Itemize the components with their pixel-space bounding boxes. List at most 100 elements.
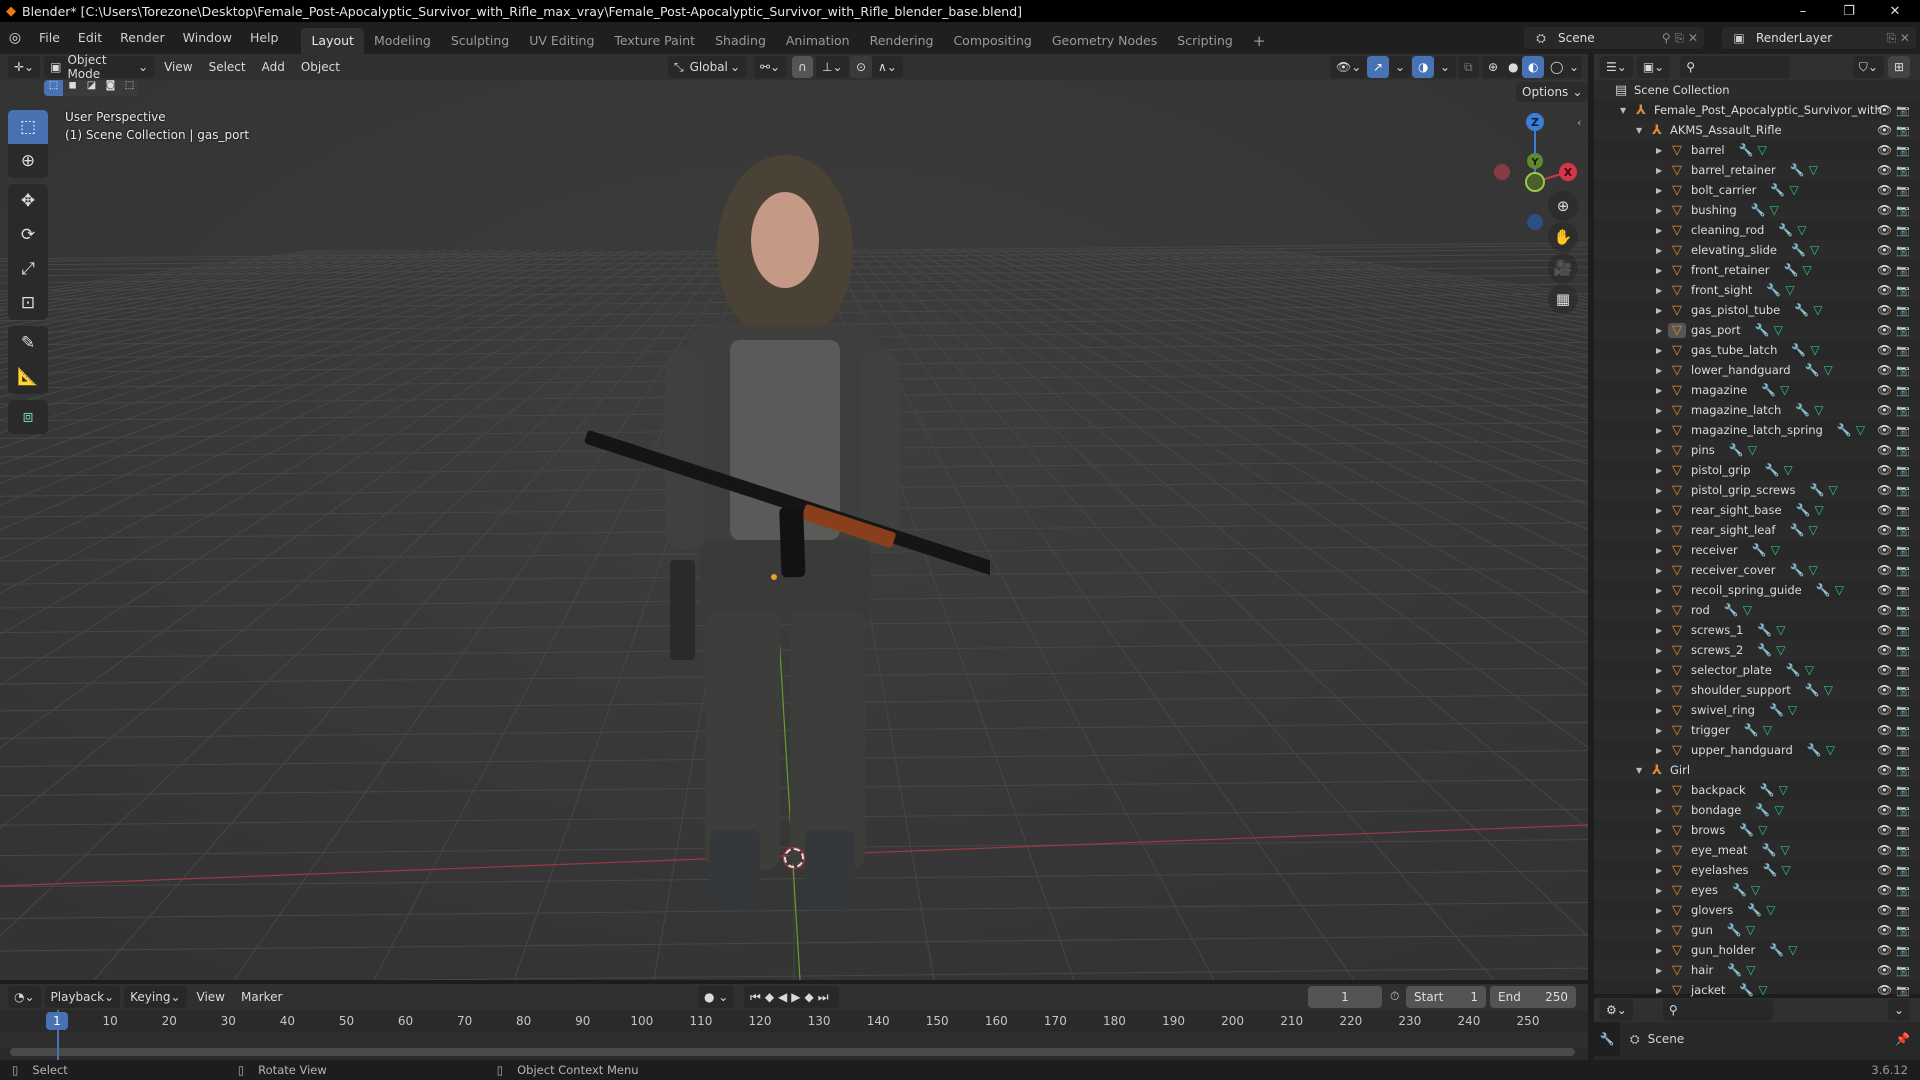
mesh-data-icon[interactable]: ▽	[1781, 843, 1790, 857]
outliner-item[interactable]: ▶ ▽ bolt_carrier 🔧 ▽ 👁 📷	[1594, 180, 1920, 200]
expand-icon[interactable]: ▶	[1656, 966, 1668, 975]
outliner-item[interactable]: ▶ ▽ gas_port 🔧 ▽ 👁 📷	[1594, 320, 1920, 340]
expand-icon[interactable]: ▶	[1656, 346, 1668, 355]
xray-toggle[interactable]: ⧉	[1458, 56, 1479, 78]
snap-toggle[interactable]: ∩	[792, 56, 813, 78]
overlay-toggle[interactable]: ◑	[1412, 56, 1435, 78]
mesh-data-icon[interactable]: ▽	[1824, 363, 1833, 377]
modifier-wrench-icon[interactable]: 🔧	[1766, 283, 1781, 297]
shading-dropdown[interactable]: ⌄	[1566, 56, 1583, 78]
camera-icon[interactable]: 📷	[1896, 524, 1910, 537]
camera-icon[interactable]: 📷	[1896, 744, 1910, 757]
menu-add[interactable]: Add	[256, 56, 291, 78]
expand-icon[interactable]: ▶	[1656, 846, 1668, 855]
timeline-view-menu[interactable]: View	[191, 986, 231, 1008]
menu-help[interactable]: Help	[241, 26, 288, 50]
camera-icon[interactable]: 📷	[1896, 664, 1910, 677]
modifier-wrench-icon[interactable]: 🔧	[1769, 943, 1784, 957]
camera-icon[interactable]: 📷	[1896, 784, 1910, 797]
mesh-data-icon[interactable]: ▽	[1776, 643, 1785, 657]
view-layer-selector[interactable]: ▣ RenderLayer ⎘ ✕	[1722, 27, 1916, 49]
eye-icon[interactable]: 👁	[1877, 243, 1892, 257]
tab-sculpting[interactable]: Sculpting	[441, 28, 519, 54]
visibility-selector[interactable]: 👁⌄	[1330, 56, 1368, 78]
modifier-wrench-icon[interactable]: 🔧	[1789, 523, 1804, 537]
mesh-data-icon[interactable]: ▽	[1810, 243, 1819, 257]
tab-shading[interactable]: Shading	[705, 28, 776, 54]
camera-icon[interactable]: 📷	[1896, 304, 1910, 317]
eye-icon[interactable]: 👁	[1877, 923, 1892, 937]
camera-icon[interactable]: 📷	[1896, 864, 1910, 877]
mesh-data-icon[interactable]: ▽	[1813, 303, 1822, 317]
mesh-data-icon[interactable]: ▽	[1789, 183, 1798, 197]
outliner-item[interactable]: ▶ ▽ pistol_grip 🔧 ▽ 👁 📷	[1594, 460, 1920, 480]
modifier-wrench-icon[interactable]: 🔧	[1807, 743, 1822, 757]
outliner-item[interactable]: ▶ ▽ eye_meat 🔧 ▽ 👁 📷	[1594, 840, 1920, 860]
eye-icon[interactable]: 👁	[1877, 783, 1892, 797]
mesh-data-icon[interactable]: ▽	[1771, 543, 1780, 557]
marker-menu[interactable]: Marker	[235, 986, 288, 1008]
camera-icon[interactable]: 📷	[1896, 124, 1910, 137]
timeline-editor-type-button[interactable]: ◔⌄	[8, 986, 41, 1008]
eye-icon[interactable]: 👁	[1877, 563, 1892, 577]
expand-icon[interactable]: ▶	[1656, 986, 1668, 995]
expand-icon[interactable]: ▶	[1656, 946, 1668, 955]
camera-icon[interactable]: 📷	[1896, 704, 1910, 717]
modifier-wrench-icon[interactable]: 🔧	[1763, 863, 1778, 877]
modifier-wrench-icon[interactable]: 🔧	[1790, 163, 1805, 177]
camera-icon[interactable]: 📷	[1896, 544, 1910, 557]
tab-layout[interactable]: Layout	[301, 28, 364, 54]
eye-icon[interactable]: 👁	[1877, 203, 1892, 217]
eye-icon[interactable]: 👁	[1877, 223, 1892, 237]
select-new-icon[interactable]: ⬚	[44, 80, 63, 96]
mesh-data-icon[interactable]: ▽	[1770, 203, 1779, 217]
pin-icon[interactable]: 📌	[1895, 1032, 1910, 1046]
outliner-item[interactable]: ▶ ▽ eyelashes 🔧 ▽ 👁 📷	[1594, 860, 1920, 880]
next-keyframe-icon[interactable]: ◆	[805, 990, 818, 1004]
mesh-data-icon[interactable]: ▽	[1751, 883, 1760, 897]
add-workspace-button[interactable]: +	[1243, 28, 1276, 54]
camera-icon[interactable]: 📷	[1896, 344, 1910, 357]
eye-icon[interactable]: 👁	[1877, 503, 1892, 517]
start-frame-field[interactable]: Start 1	[1406, 986, 1486, 1008]
expand-icon[interactable]: ▶	[1656, 326, 1668, 335]
expand-icon[interactable]: ▼	[1636, 126, 1648, 135]
eye-icon[interactable]: 👁	[1877, 363, 1892, 377]
expand-icon[interactable]: ▶	[1656, 786, 1668, 795]
select-intersect-icon[interactable]: ⬚	[120, 80, 139, 96]
expand-icon[interactable]: ▶	[1656, 186, 1668, 195]
outliner-item[interactable]: ▶ ▽ screws_2 🔧 ▽ 👁 📷	[1594, 640, 1920, 660]
prev-keyframe-icon[interactable]: ◆	[765, 990, 778, 1004]
close-button[interactable]: ✕	[1872, 0, 1918, 22]
modifier-wrench-icon[interactable]: 🔧	[1816, 583, 1831, 597]
eye-icon[interactable]: 👁	[1877, 603, 1892, 617]
stopwatch-icon[interactable]: ⏱	[1390, 989, 1399, 1004]
camera-icon[interactable]: 📷	[1896, 624, 1910, 637]
camera-icon[interactable]: 📷	[1896, 224, 1910, 237]
outliner-item[interactable]: ▶ ▽ barrel 🔧 ▽ 👁 📷	[1594, 140, 1920, 160]
camera-icon[interactable]: 📷	[1896, 284, 1910, 297]
outliner-item[interactable]: ▶ ▽ front_retainer 🔧 ▽ 👁 📷	[1594, 260, 1920, 280]
options-button[interactable]: Options ⌄	[1516, 82, 1588, 102]
expand-icon[interactable]: ▶	[1656, 366, 1668, 375]
expand-icon[interactable]: ▶	[1656, 266, 1668, 275]
modifier-wrench-icon[interactable]: 🔧	[1796, 503, 1811, 517]
camera-icon[interactable]: 📷	[1896, 244, 1910, 257]
sidebar-toggle-icon[interactable]: ‹	[1577, 116, 1581, 129]
pin-icon[interactable]: ⚲ ⎘ ✕	[1662, 31, 1704, 46]
mesh-data-icon[interactable]: ▽	[1805, 663, 1814, 677]
modifier-wrench-icon[interactable]: 🔧	[1755, 803, 1770, 817]
expand-icon[interactable]: ▶	[1656, 566, 1668, 575]
outliner-item[interactable]: ▶ ▽ gas_tube_latch 🔧 ▽ 👁 📷	[1594, 340, 1920, 360]
tab-rendering[interactable]: Rendering	[860, 28, 944, 54]
outliner-item[interactable]: ▶ ▽ barrel_retainer 🔧 ▽ 👁 📷	[1594, 160, 1920, 180]
select-box-tool[interactable]: ⬚	[8, 110, 48, 144]
mesh-data-icon[interactable]: ▽	[1828, 483, 1837, 497]
modifier-wrench-icon[interactable]: 🔧	[1791, 343, 1806, 357]
camera-icon[interactable]: 📷	[1896, 404, 1910, 417]
outliner-item[interactable]: ▶ ▽ gun 🔧 ▽ 👁 📷	[1594, 920, 1920, 940]
camera-icon[interactable]: 📷	[1896, 364, 1910, 377]
mesh-data-icon[interactable]: ▽	[1824, 683, 1833, 697]
rotate-tool[interactable]: ⟳	[8, 218, 48, 252]
mesh-data-icon[interactable]: ▽	[1810, 343, 1819, 357]
